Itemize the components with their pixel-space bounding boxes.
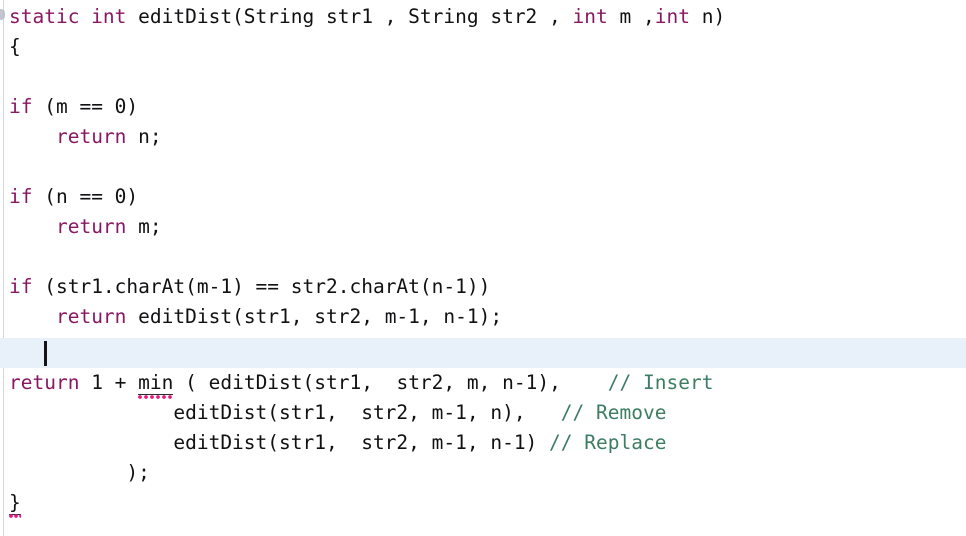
- code-keyword: return: [9, 371, 92, 394]
- code-line-content: [0, 341, 9, 364]
- code-line[interactable]: editDist(str1, str2, m-1, n), // Remove: [0, 398, 966, 428]
- code-keyword: int: [572, 5, 620, 28]
- code-plain: (str1.charAt(m-1) == str2.charAt(n-1)): [44, 275, 491, 298]
- code-line-content: return m;: [0, 215, 162, 238]
- code-keyword: if: [9, 185, 45, 208]
- code-plain: m;: [138, 215, 162, 238]
- code-line[interactable]: static int editDist(String str1 , String…: [0, 2, 966, 32]
- code-line-content: editDist(str1, str2, m-1, n-1) // Replac…: [0, 431, 666, 454]
- code-plain: editDist(str1, str2, m-1, n-1): [9, 431, 550, 454]
- code-keyword: return: [55, 125, 139, 148]
- code-line[interactable]: if (n == 0): [0, 182, 966, 212]
- code-comment: // Insert: [607, 371, 714, 394]
- code-line[interactable]: [0, 242, 966, 272]
- code-line[interactable]: return m;: [0, 212, 966, 242]
- code-line-content: [0, 155, 9, 178]
- code-line-content: if (str1.charAt(m-1) == str2.charAt(n-1)…: [0, 275, 490, 298]
- code-line-content: return n;: [0, 125, 162, 148]
- code-line-content: );: [0, 461, 150, 484]
- code-plain: n;: [138, 125, 162, 148]
- code-plain: editDist(String str1 , String str2 ,: [138, 5, 573, 28]
- code-line[interactable]: [0, 152, 966, 182]
- code-plain: ( editDist(str1, str2, m, n-1),: [173, 371, 608, 394]
- code-plain: );: [9, 461, 150, 484]
- code-plain: editDist(str1, str2, m-1, n-1);: [138, 305, 503, 328]
- code-keyword: if: [9, 275, 45, 298]
- code-plain: [9, 305, 56, 328]
- code-plain: m ,: [619, 5, 655, 28]
- code-text-area[interactable]: static int editDist(String str1 , String…: [0, 0, 966, 536]
- code-plain: {: [9, 35, 21, 58]
- code-error-token: }: [9, 491, 21, 515]
- code-line[interactable]: {: [0, 32, 966, 62]
- code-line[interactable]: return n;: [0, 122, 966, 152]
- code-keyword: static int: [9, 5, 139, 28]
- code-keyword: return: [55, 305, 139, 328]
- code-line-content: {: [0, 35, 21, 58]
- code-keyword: int: [654, 5, 702, 28]
- code-plain: 1 +: [91, 371, 139, 394]
- code-line[interactable]: [0, 62, 966, 92]
- code-plain: n): [701, 5, 726, 28]
- code-plain: editDist(str1, str2, m-1, n),: [9, 401, 561, 424]
- code-keyword: if: [9, 95, 45, 118]
- code-line[interactable]: return 1 + min ( editDist(str1, str2, m,…: [0, 368, 966, 398]
- code-error-token: min: [138, 371, 174, 395]
- code-plain: [9, 125, 56, 148]
- code-line[interactable]: if (m == 0): [0, 92, 966, 122]
- code-line-content: editDist(str1, str2, m-1, n), // Remove: [0, 401, 666, 424]
- code-line-content: [0, 245, 9, 268]
- code-editor[interactable]: static int editDist(String str1 , String…: [0, 0, 966, 536]
- code-plain: (m == 0): [44, 95, 139, 118]
- code-comment: // Replace: [549, 431, 667, 454]
- code-plain: [9, 215, 56, 238]
- code-line-content: return editDist(str1, str2, m-1, n-1);: [0, 305, 502, 328]
- code-line[interactable]: editDist(str1, str2, m-1, n-1) // Replac…: [0, 428, 966, 458]
- code-comment: // Remove: [560, 401, 667, 424]
- code-line-content: static int editDist(String str1 , String…: [0, 5, 725, 28]
- code-line-content: }: [0, 491, 21, 515]
- code-line[interactable]: }: [0, 488, 966, 518]
- code-keyword: return: [55, 215, 139, 238]
- code-line[interactable]: return editDist(str1, str2, m-1, n-1);: [0, 302, 966, 332]
- code-line-content: if (m == 0): [0, 95, 138, 118]
- text-caret: [44, 341, 48, 366]
- code-line[interactable]: );: [0, 458, 966, 488]
- code-line-content: [0, 65, 9, 88]
- code-line[interactable]: [0, 338, 966, 368]
- code-line-content: if (n == 0): [0, 185, 138, 208]
- code-line[interactable]: if (str1.charAt(m-1) == str2.charAt(n-1)…: [0, 272, 966, 302]
- code-line-content: return 1 + min ( editDist(str1, str2, m,…: [0, 371, 714, 395]
- code-plain: (n == 0): [44, 185, 139, 208]
